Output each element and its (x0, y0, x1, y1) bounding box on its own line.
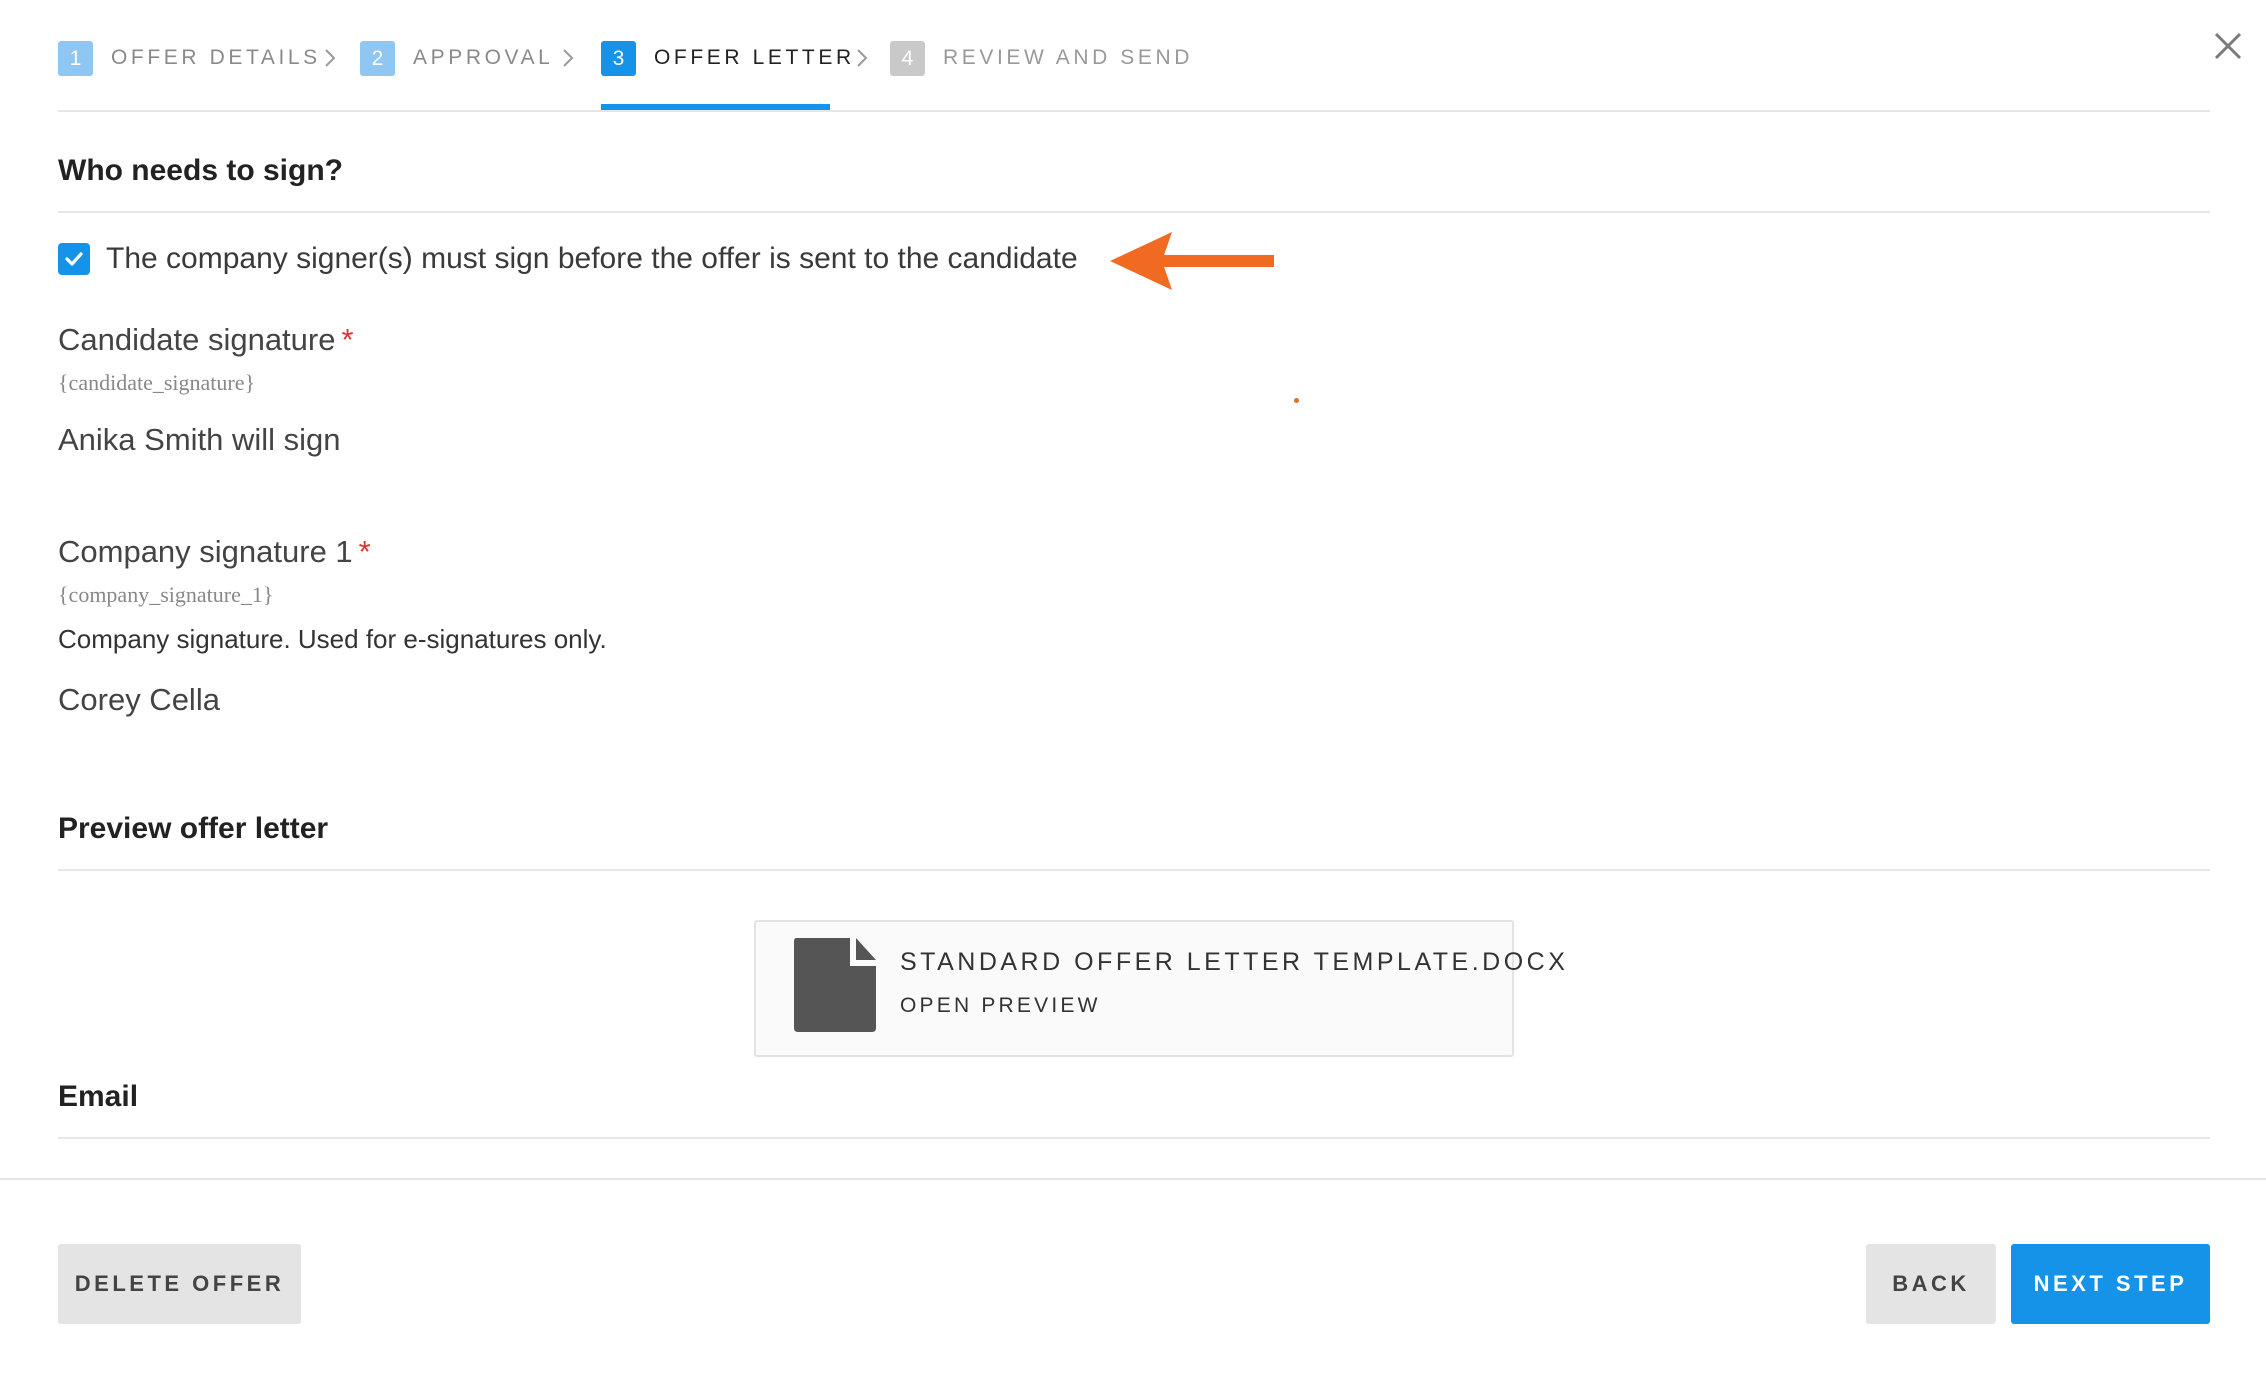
offer-wizard: 1 OFFER DETAILS 2 APPROVAL 3 OFFER LETTE… (0, 0, 2266, 1376)
chevron-right-icon (325, 49, 336, 67)
candidate-signature-label: Candidate signature * (58, 322, 354, 358)
offer-letter-file-card[interactable]: STANDARD OFFER LETTER TEMPLATE.DOCX OPEN… (754, 920, 1565, 1057)
company-signature-token: {company_signature_1} (58, 582, 274, 607)
wizard-stepper: 1 OFFER DETAILS 2 APPROVAL 3 OFFER LETTE… (58, 0, 2210, 112)
preview-section-title: Preview offer letter (58, 812, 329, 845)
required-mark: * (341, 322, 354, 357)
company-signer-name[interactable]: Corey Cella (58, 682, 220, 718)
close-icon[interactable] (2208, 26, 2248, 66)
step-label: OFFER LETTER (654, 46, 855, 69)
section-divider (58, 869, 2210, 871)
chevron-right-icon (857, 49, 868, 67)
section-divider (58, 211, 2210, 213)
step-number: 1 (58, 40, 93, 76)
chevron-right-icon (563, 49, 574, 67)
required-mark: * (358, 534, 371, 569)
step-number: 4 (890, 40, 925, 76)
step-label: APPROVAL (413, 46, 554, 69)
arrow-left-icon (1110, 232, 1274, 290)
field-label-text: Company signature 1 (58, 534, 353, 569)
next-step-button[interactable]: NEXT STEP (2011, 1244, 2210, 1324)
step-number: 3 (601, 40, 636, 76)
open-preview-link[interactable]: OPEN PREVIEW (900, 994, 1101, 1018)
delete-offer-button[interactable]: DELETE OFFER (58, 1244, 301, 1324)
file-name: STANDARD OFFER LETTER TEMPLATE.DOCX (900, 948, 1569, 976)
annotation-dot (1294, 398, 1299, 403)
company-signature-description: Company signature. Used for e-signatures… (58, 624, 607, 654)
email-section-title: Email (58, 1080, 139, 1113)
step-review-and-send[interactable]: 4 REVIEW AND SEND (890, 40, 1193, 76)
signers-section-title: Who needs to sign? (58, 154, 343, 187)
section-divider (58, 1137, 2210, 1139)
document-icon (794, 938, 876, 1032)
active-step-indicator (601, 104, 830, 110)
back-button[interactable]: BACK (1866, 1244, 1996, 1324)
step-offer-details[interactable]: 1 OFFER DETAILS (58, 40, 321, 76)
step-number: 2 (360, 40, 395, 76)
step-offer-letter[interactable]: 3 OFFER LETTER (601, 40, 855, 76)
candidate-signer-name: Anika Smith will sign (58, 422, 341, 457)
candidate-signature-token: {candidate_signature} (58, 370, 256, 395)
company-signs-first-row[interactable]: The company signer(s) must sign before t… (58, 242, 1078, 276)
field-label-text: Candidate signature (58, 322, 336, 357)
company-signs-first-checkbox[interactable] (58, 243, 90, 275)
step-label: REVIEW AND SEND (943, 46, 1194, 69)
checkmark-icon (65, 252, 83, 266)
footer-divider (0, 1178, 2266, 1180)
step-label: OFFER DETAILS (111, 46, 321, 69)
step-approval[interactable]: 2 APPROVAL (360, 40, 553, 76)
company-signature-label: Company signature 1 * (58, 534, 371, 570)
company-signs-first-label: The company signer(s) must sign before t… (106, 242, 1078, 275)
